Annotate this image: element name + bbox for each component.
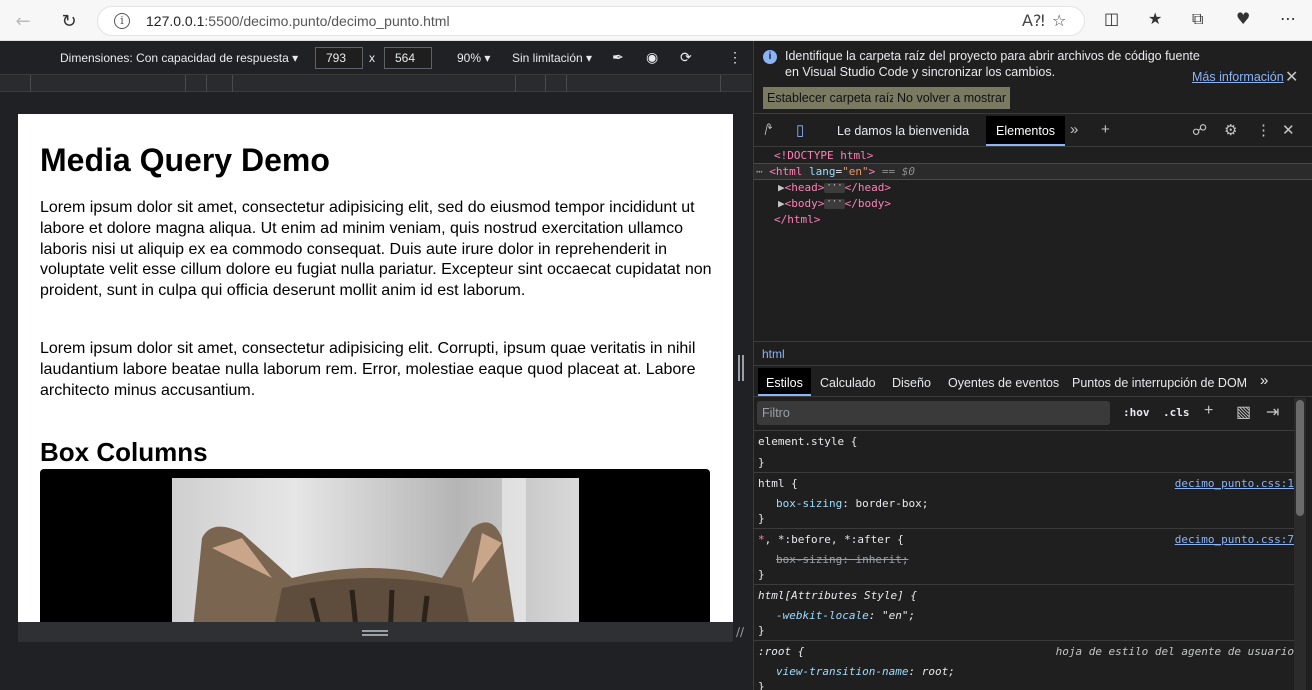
info-message: Identifique la carpeta raíz del proyecto… — [785, 49, 1200, 79]
subtab-dom-breakpoints[interactable]: Puntos de interrupción de DOM — [1072, 376, 1247, 390]
rule-element-style[interactable]: element.style { } — [754, 430, 1294, 472]
zoom-dropdown[interactable]: 90% ▾ — [457, 51, 490, 65]
subtab-layout[interactable]: Diseño — [892, 376, 931, 390]
viewport-resize-bar[interactable] — [18, 622, 733, 642]
tab-welcome[interactable]: Le damos la bienvenida — [837, 124, 969, 138]
style-property[interactable]: box-sizing: border-box; — [776, 497, 928, 510]
read-aloud-icon[interactable]: A⁈ — [1022, 11, 1045, 30]
rule-attributes-style[interactable]: html[Attributes Style] { -webkit-locale:… — [754, 584, 1294, 640]
more-info-link[interactable]: Más información — [1192, 70, 1284, 84]
customize-icon[interactable]: ☍ — [1192, 121, 1207, 139]
scrollbar-thumb[interactable] — [1296, 400, 1304, 516]
favorite-star-icon[interactable]: ☆ — [1052, 11, 1066, 30]
device-toggle-icon[interactable]: ▯ — [796, 121, 804, 139]
breadcrumb: html — [754, 341, 1312, 366]
url-text: 127.0.0.1:5500/decimo.punto/decimo_punto… — [146, 13, 450, 29]
info-icon: i — [763, 50, 777, 64]
styles-filter-input[interactable]: Filtro — [757, 401, 1110, 425]
reload-icon[interactable]: ↻ — [56, 8, 82, 34]
vscode-info-bar: i Identifique la carpeta raíz del proyec… — [754, 41, 1312, 114]
page-title: Media Query Demo — [40, 142, 330, 178]
devtools-tabbar: ⭚ ▯ Le damos la bienvenida Elementos » +… — [754, 115, 1312, 147]
user-agent-stylesheet-label: hoja de estilo del agente de usuario — [1055, 645, 1294, 658]
section-title: Box Columns — [40, 437, 208, 467]
height-input[interactable]: 564 — [384, 47, 432, 69]
rule-html[interactable]: html { decimo_punto.css:1 box-sizing: bo… — [754, 472, 1294, 528]
style-rules: element.style { } html { decimo_punto.cs… — [754, 430, 1294, 690]
dom-html-node[interactable]: ⋯ <html lang="en"> == $0 — [756, 164, 915, 180]
more-tabs-icon[interactable]: » — [1070, 121, 1078, 138]
paragraph-1: Lorem ipsum dolor sit amet, consectetur … — [40, 199, 712, 300]
dom-body-node[interactable]: ▶<body> ··· </body> — [778, 196, 891, 212]
split-screen-icon[interactable]: ◫ — [1104, 9, 1119, 28]
device-more-icon[interactable]: ⋮ — [728, 49, 742, 66]
resize-grip-icon[interactable] — [362, 630, 388, 636]
style-property-overridden[interactable]: box-sizing: inherit; — [776, 553, 908, 566]
device-emulation-pane: Dimensiones: Con capacidad de respuesta … — [0, 41, 752, 690]
dom-tree: <!DOCTYPE html> ⋯ <html lang="en"> == $0… — [754, 148, 1312, 341]
browser-essentials-icon[interactable]: ♥ — [1236, 9, 1250, 28]
paragraph-2: Lorem ipsum dolor sit amet, consectetur … — [40, 340, 696, 399]
inspect-element-icon[interactable]: ⭚ — [764, 121, 773, 139]
styles-scrollbar[interactable] — [1294, 398, 1306, 690]
subtab-styles[interactable]: Estilos — [758, 368, 811, 396]
close-devtools-icon[interactable]: ✕ — [1282, 121, 1295, 139]
side-resize-grip-icon[interactable] — [738, 355, 744, 381]
styles-filter-row: Filtro :hov .cls + ▧ ⇥ — [754, 398, 1312, 428]
more-subtabs-icon[interactable]: » — [1260, 372, 1268, 389]
source-link[interactable]: decimo_punto.css:1 — [1175, 477, 1294, 490]
dom-html-close[interactable]: </html> — [774, 212, 820, 228]
add-tab-icon[interactable]: + — [1101, 121, 1110, 138]
dom-head-node[interactable]: ▶<head> ··· </head> — [778, 180, 891, 196]
dimension-separator: x — [369, 51, 375, 65]
breadcrumb-html[interactable]: html — [762, 347, 785, 361]
site-info-icon[interactable]: i — [114, 13, 130, 29]
address-bar[interactable]: i 127.0.0.1:5500/decimo.punto/decimo_pun… — [97, 6, 1085, 36]
vision-icon[interactable]: ◉ — [646, 49, 658, 66]
styles-subtabs: Estilos Calculado Diseño Oyentes de even… — [754, 367, 1312, 397]
browser-toolbar: ← ↻ i 127.0.0.1:5500/decimo.punto/decimo… — [0, 0, 1312, 41]
toggle-sidebar-icon[interactable]: ⇥ — [1266, 402, 1279, 422]
throttle-dropdown[interactable]: Sin limitación ▾ — [512, 51, 592, 65]
style-property[interactable]: -webkit-locale: "en"; — [776, 609, 915, 622]
page-viewport: Media Query Demo Lorem ipsum dolor sit a… — [18, 114, 733, 622]
device-toolbar: Dimensiones: Con capacidad de respuesta … — [0, 41, 752, 75]
subtab-event-listeners[interactable]: Oyentes de eventos — [948, 376, 1059, 390]
media-query-ruler[interactable] — [0, 75, 752, 92]
devtools-more-icon[interactable]: ⋮ — [1256, 121, 1271, 139]
settings-gear-icon[interactable]: ⚙ — [1224, 121, 1237, 139]
set-root-folder-button[interactable]: Establecer carpeta raíz — [763, 87, 900, 109]
cls-toggle[interactable]: .cls — [1163, 406, 1190, 419]
source-link[interactable]: decimo_punto.css:7 — [1175, 533, 1294, 546]
rule-root[interactable]: :root { hoja de estilo del agente de usu… — [754, 640, 1294, 690]
eyedropper-icon[interactable]: ✒ — [612, 49, 624, 66]
subtab-computed[interactable]: Calculado — [820, 376, 876, 390]
rule-universal[interactable]: *, *:before, *:after { decimo_punto.css:… — [754, 528, 1294, 584]
paint-icon[interactable]: ▧ — [1236, 402, 1251, 422]
image-box — [40, 469, 710, 622]
style-property[interactable]: view-transition-name: root; — [776, 665, 955, 678]
cat-image — [172, 478, 579, 622]
corner-resize-icon[interactable]: ∕∕ — [736, 625, 750, 639]
dom-doctype[interactable]: <!DOCTYPE html> — [774, 148, 873, 164]
rotate-icon[interactable]: ⟳ — [680, 49, 692, 66]
tab-elements[interactable]: Elementos — [986, 116, 1066, 146]
favorites-icon[interactable]: ★ — [1148, 9, 1162, 28]
close-infobar-icon[interactable]: ✕ — [1285, 67, 1298, 87]
devtools-panel: i Identifique la carpeta raíz del proyec… — [753, 41, 1312, 690]
width-input[interactable]: 793 — [315, 47, 363, 69]
more-menu-icon[interactable]: ⋯ — [1280, 9, 1296, 28]
back-arrow-icon[interactable]: ← — [10, 8, 36, 34]
dont-show-again-button[interactable]: No volver a mostrar — [893, 87, 1011, 109]
hov-toggle[interactable]: :hov — [1123, 406, 1150, 419]
collections-icon[interactable]: ⧉ — [1192, 9, 1203, 29]
new-rule-icon[interactable]: + — [1204, 402, 1213, 420]
dimensions-dropdown[interactable]: Dimensiones: Con capacidad de respuesta … — [60, 51, 298, 65]
